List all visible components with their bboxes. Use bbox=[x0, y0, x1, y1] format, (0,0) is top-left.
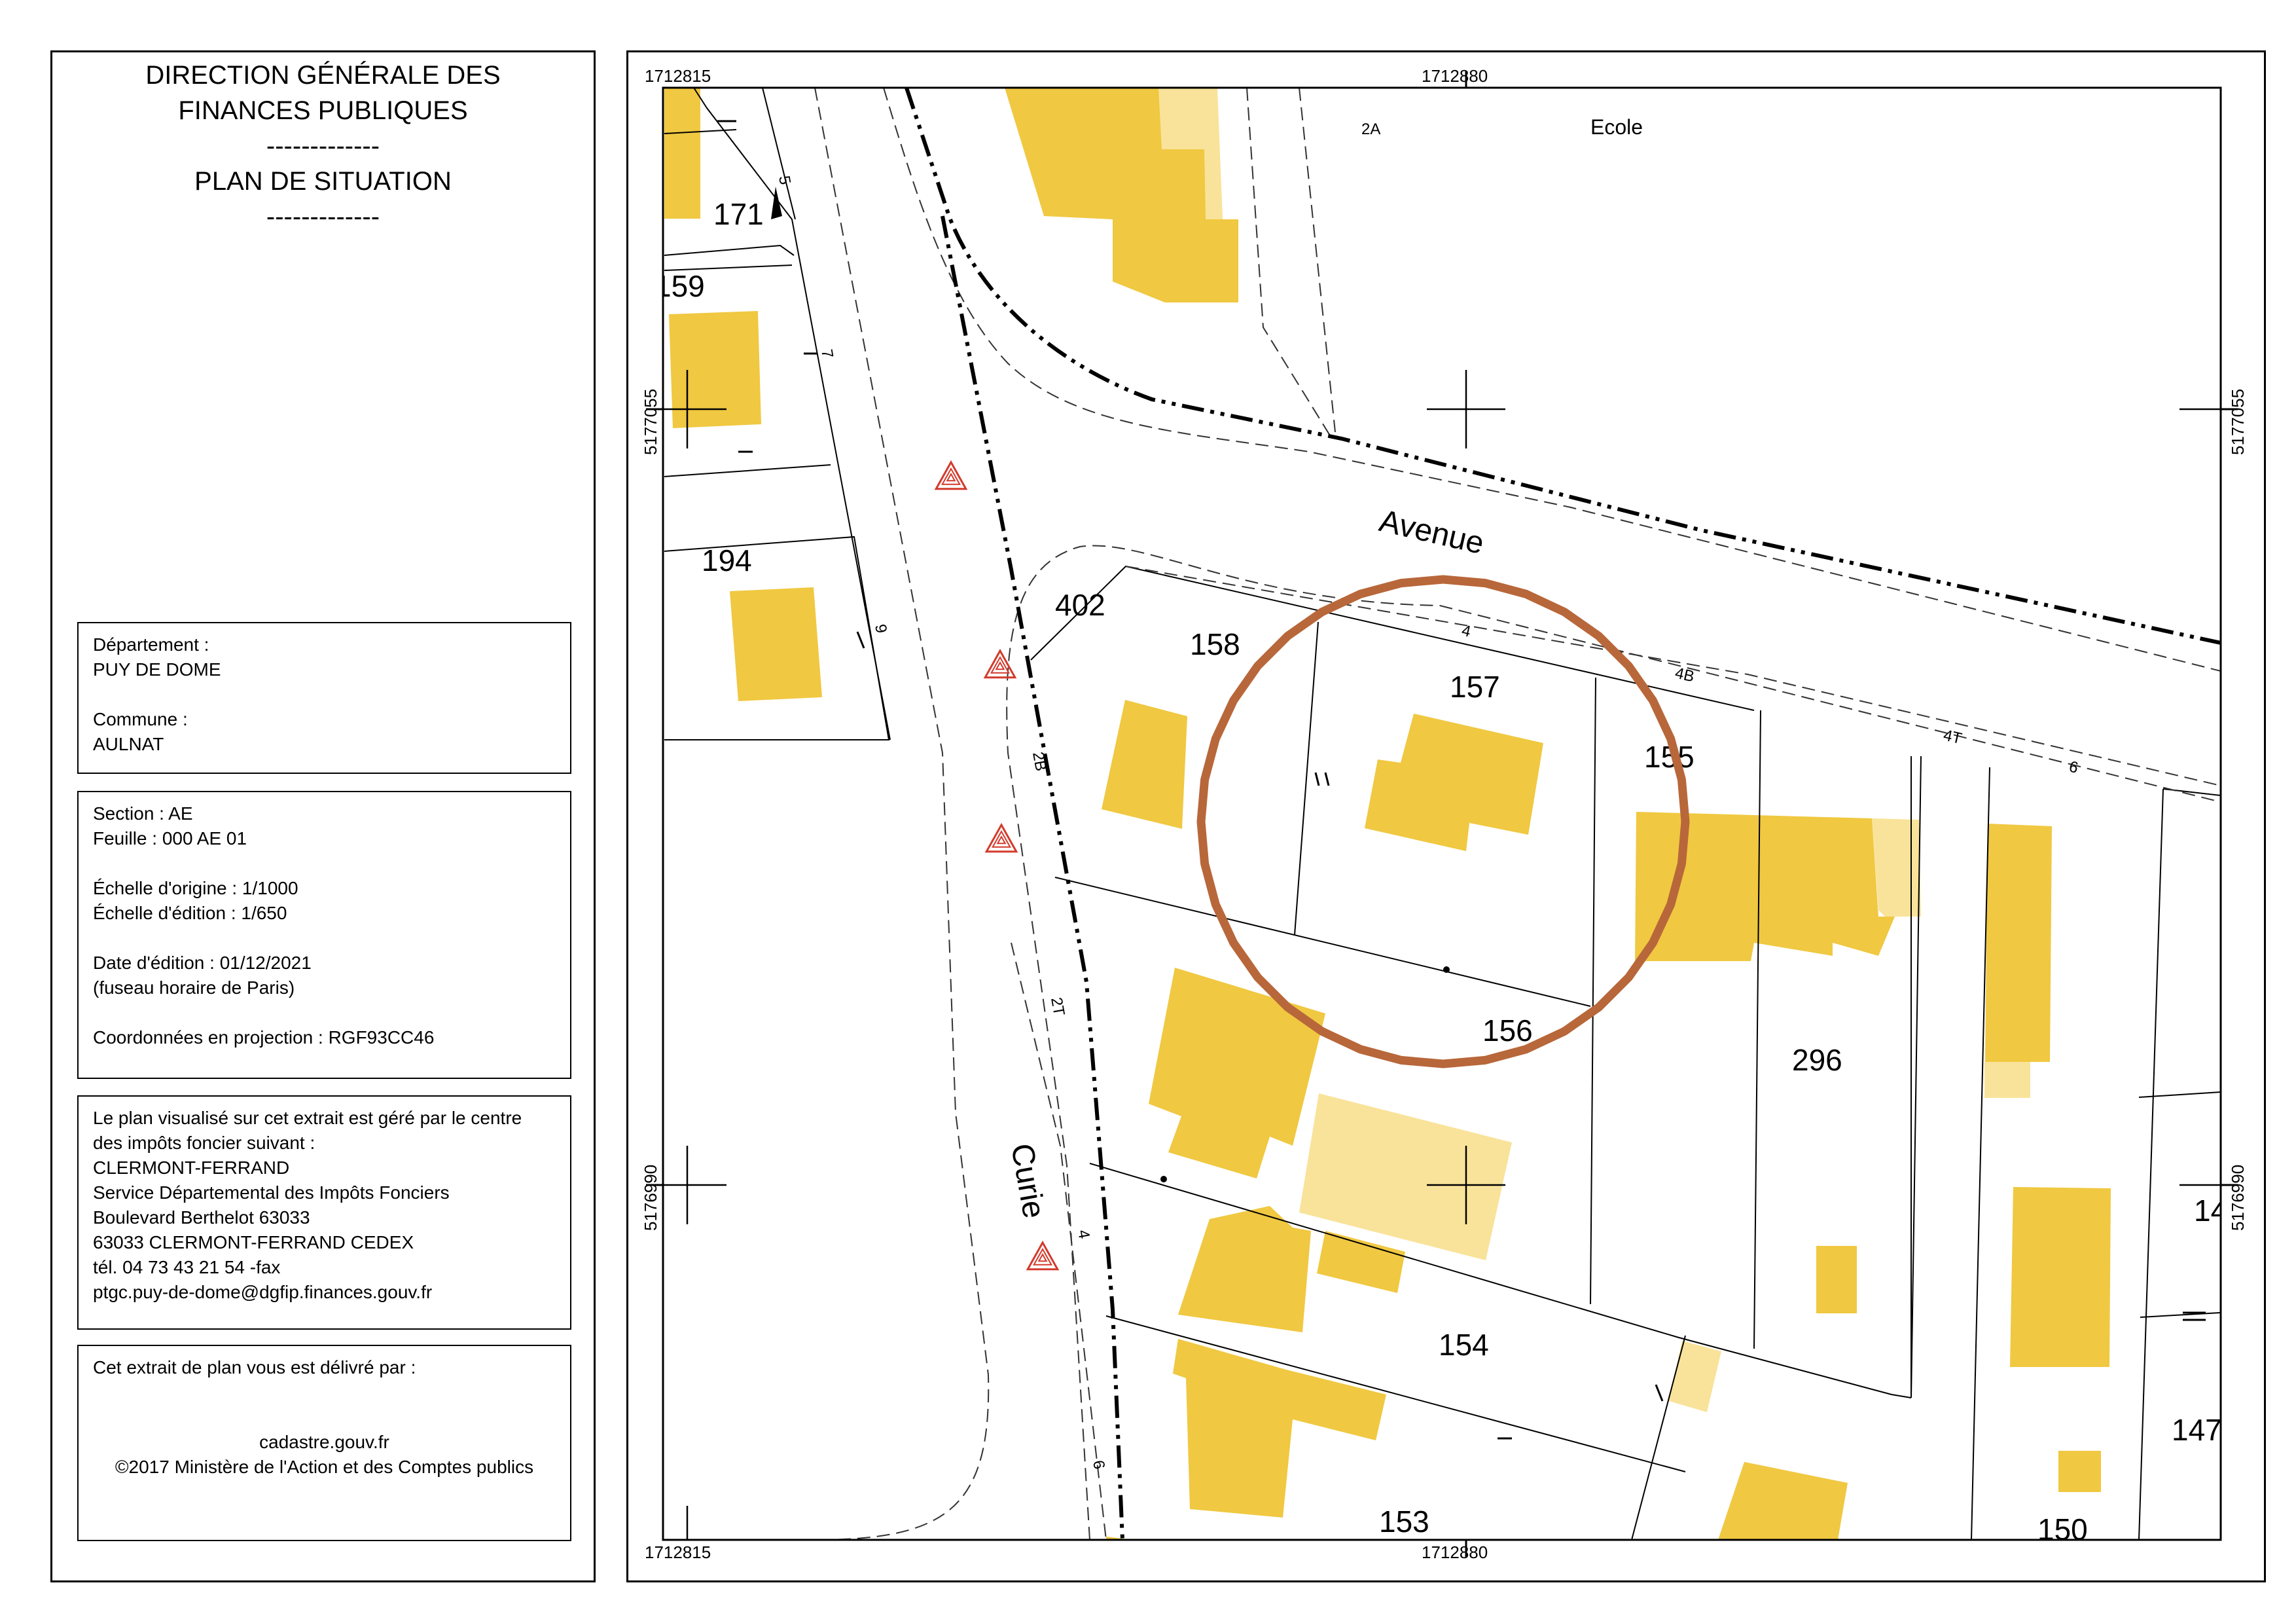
house-number-4T: 4T bbox=[1942, 727, 1964, 748]
north-arrow bbox=[771, 187, 782, 219]
building-light bbox=[1669, 1341, 1721, 1412]
street-label-ecole: Ecole bbox=[1590, 115, 1643, 139]
parcel-171: 171 bbox=[713, 197, 764, 231]
house-number-4B: 4B bbox=[1674, 665, 1696, 686]
coord-y-lower-right: 5176990 bbox=[2228, 1165, 2248, 1231]
building bbox=[1985, 824, 2052, 1062]
house-number-6-curie: 6 bbox=[1089, 1459, 1108, 1470]
parcel-157: 157 bbox=[1450, 670, 1500, 704]
street-names: Ecole Avenue Curie bbox=[1004, 115, 1643, 1221]
building-light bbox=[1984, 1062, 2030, 1098]
house-number-2A: 2A bbox=[1361, 120, 1380, 138]
coord-x-left-top: 1712815 bbox=[645, 66, 711, 86]
house-number-4-curie: 4 bbox=[1074, 1228, 1093, 1240]
house-number-9: 9 bbox=[871, 623, 890, 634]
building bbox=[1365, 714, 1543, 851]
building bbox=[669, 311, 761, 428]
building bbox=[1718, 1462, 1848, 1540]
coord-y-lower-left: 5176990 bbox=[641, 1165, 660, 1231]
boundary-point bbox=[1443, 966, 1450, 973]
survey-marker-icon bbox=[934, 460, 968, 490]
building bbox=[2058, 1451, 2101, 1492]
street-label-curie: Curie bbox=[1004, 1141, 1051, 1221]
coord-y-upper-right: 5177055 bbox=[2228, 389, 2248, 455]
house-number-2T: 2T bbox=[1047, 996, 1068, 1017]
parcel-14: 14 bbox=[2194, 1194, 2227, 1228]
parcel-156: 156 bbox=[1482, 1013, 1533, 1048]
building bbox=[730, 587, 822, 701]
boundary-point bbox=[1160, 1176, 1167, 1182]
house-number-5: 5 bbox=[775, 174, 794, 186]
building bbox=[1149, 968, 1325, 1178]
parcel-402: 402 bbox=[1055, 588, 1105, 622]
house-number-6: 6 bbox=[2068, 758, 2080, 777]
cadastral-map[interactable]: 2A 5 7 9 2B 2T 4 6 4 4B 4T 6 Ecole Avenu… bbox=[0, 0, 2296, 1623]
building-light bbox=[1872, 818, 1921, 917]
coord-x-mid-top: 1712880 bbox=[1422, 66, 1488, 86]
survey-marker-icon bbox=[983, 648, 1017, 679]
buildings bbox=[664, 88, 2111, 1540]
building bbox=[664, 88, 700, 219]
house-number-2B: 2B bbox=[1029, 750, 1050, 773]
building bbox=[2010, 1187, 2111, 1367]
building bbox=[1102, 700, 1187, 829]
parcel-296: 296 bbox=[1792, 1043, 1842, 1077]
parcel-194: 194 bbox=[702, 543, 752, 577]
parcel-150: 150 bbox=[2037, 1512, 2088, 1546]
survey-marker-icon bbox=[984, 822, 1018, 853]
buildings-light bbox=[1158, 88, 2030, 1412]
building bbox=[1173, 1339, 1386, 1518]
parcel-153: 153 bbox=[1379, 1504, 1429, 1539]
building bbox=[1317, 1231, 1405, 1293]
parcel-158: 158 bbox=[1190, 627, 1240, 661]
north-arrow-icon bbox=[771, 187, 782, 219]
street-label-avenue: Avenue bbox=[1376, 503, 1488, 561]
coord-y-upper-left: 5177055 bbox=[641, 389, 660, 455]
parcel-147: 147 bbox=[2172, 1413, 2222, 1447]
coord-x-left-bottom: 1712815 bbox=[645, 1542, 711, 1562]
coord-x-mid-bottom: 1712880 bbox=[1422, 1542, 1488, 1562]
parcel-154: 154 bbox=[1439, 1328, 1489, 1362]
map-content: 2A 5 7 9 2B 2T 4 6 4 4B 4T 6 Ecole Avenu… bbox=[663, 88, 2227, 1546]
building bbox=[1178, 1206, 1311, 1332]
survey-marker-icon bbox=[1026, 1240, 1060, 1271]
house-number-7: 7 bbox=[817, 348, 836, 359]
building bbox=[1816, 1246, 1857, 1313]
